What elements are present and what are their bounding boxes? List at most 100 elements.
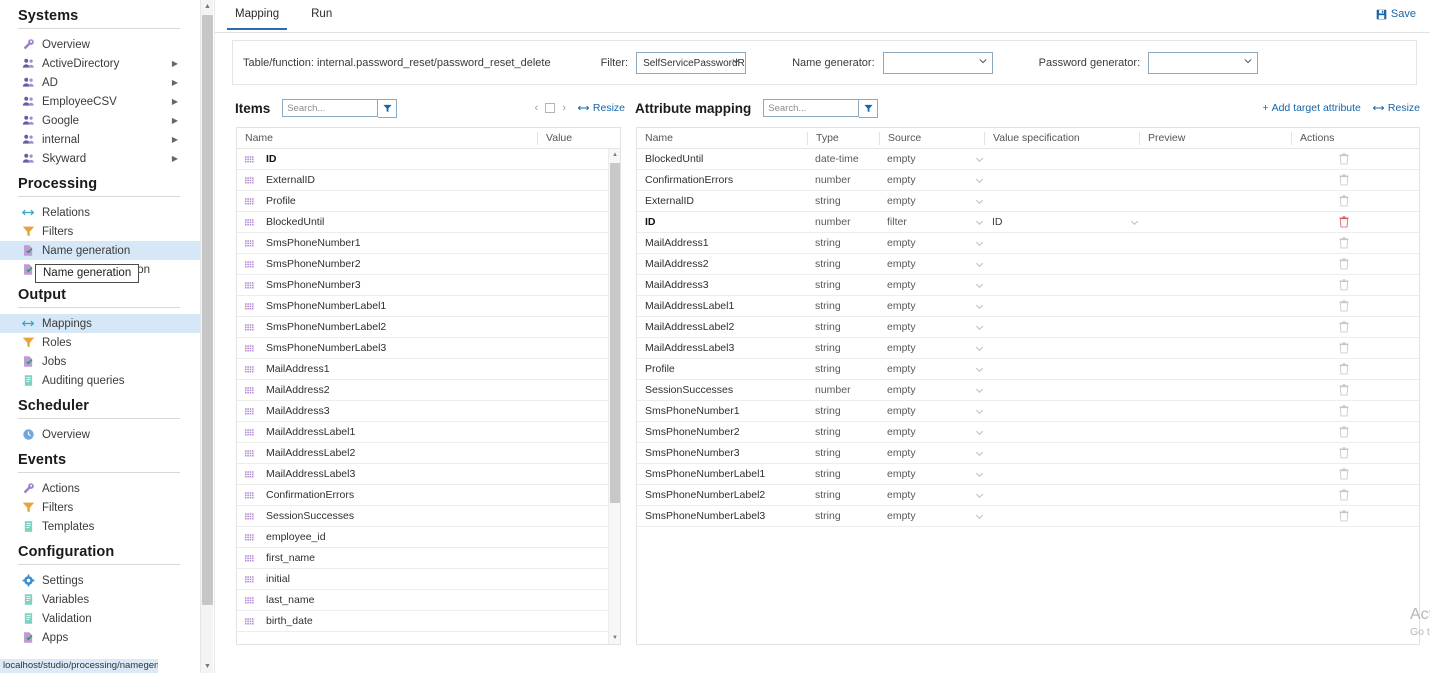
table-row[interactable]: IDnumberfilterID xyxy=(637,212,1419,233)
chevron-down-icon[interactable] xyxy=(975,155,984,164)
drag-handle-icon[interactable] xyxy=(245,176,254,185)
table-row[interactable]: SmsPhoneNumber1 xyxy=(237,233,620,254)
column-header[interactable]: Actions xyxy=(1291,132,1389,145)
tab-mapping[interactable]: Mapping xyxy=(223,0,291,29)
drag-handle-icon[interactable] xyxy=(245,407,254,416)
scroll-down-arrow-icon[interactable]: ▼ xyxy=(201,660,214,673)
attribute-source-select[interactable]: empty xyxy=(879,300,984,312)
chevron-down-icon[interactable] xyxy=(975,176,984,185)
table-row[interactable]: first_name xyxy=(237,548,620,569)
drag-handle-icon[interactable] xyxy=(245,428,254,437)
sidebar-item-templates[interactable]: Templates xyxy=(0,517,200,536)
table-row[interactable]: MailAddressLabel3 xyxy=(237,464,620,485)
table-row[interactable]: MailAddress1 xyxy=(237,359,620,380)
column-header[interactable]: Value xyxy=(537,132,610,145)
name-generator-select[interactable] xyxy=(883,52,993,74)
delete-icon[interactable] xyxy=(1339,447,1349,459)
table-row[interactable]: MailAddressLabel1stringempty xyxy=(637,296,1419,317)
table-row[interactable]: Profile xyxy=(237,191,620,212)
chevron-down-icon[interactable] xyxy=(975,260,984,269)
chevron-down-icon[interactable] xyxy=(975,323,984,332)
attribute-source-select[interactable]: filter xyxy=(879,216,984,228)
table-row[interactable]: MailAddress2 xyxy=(237,380,620,401)
drag-handle-icon[interactable] xyxy=(245,449,254,458)
sidebar-item-jobs[interactable]: Jobs xyxy=(0,352,200,371)
table-row[interactable]: SmsPhoneNumber3stringempty xyxy=(637,443,1419,464)
tab-run[interactable]: Run xyxy=(299,0,344,29)
column-header[interactable]: Name xyxy=(637,132,807,145)
drag-handle-icon[interactable] xyxy=(245,533,254,542)
delete-icon[interactable] xyxy=(1339,237,1349,249)
drag-handle-icon[interactable] xyxy=(245,218,254,227)
delete-icon[interactable] xyxy=(1339,174,1349,186)
table-row[interactable]: BlockedUntildate-timeempty xyxy=(637,149,1419,170)
sidebar-item-variables[interactable]: Variables xyxy=(0,590,200,609)
pager-prev-button[interactable]: ‹ xyxy=(535,102,539,114)
sidebar-scrollbar[interactable]: ▲ ▼ xyxy=(200,0,213,673)
table-row[interactable]: MailAddressLabel3stringempty xyxy=(637,338,1419,359)
sidebar-item-actions[interactable]: Actions xyxy=(0,479,200,498)
attribute-source-select[interactable]: empty xyxy=(879,426,984,438)
delete-icon[interactable] xyxy=(1339,363,1349,375)
table-row[interactable]: SmsPhoneNumberLabel1stringempty xyxy=(637,464,1419,485)
chevron-right-icon[interactable]: ▶ xyxy=(172,60,178,68)
chevron-down-icon[interactable] xyxy=(975,470,984,479)
attribute-source-select[interactable]: empty xyxy=(879,174,984,186)
table-row[interactable]: SmsPhoneNumberLabel1 xyxy=(237,296,620,317)
delete-icon[interactable] xyxy=(1339,426,1349,438)
save-button[interactable]: Save xyxy=(1376,8,1416,20)
column-header[interactable]: Preview xyxy=(1139,132,1291,145)
drag-handle-icon[interactable] xyxy=(245,386,254,395)
drag-handle-icon[interactable] xyxy=(245,470,254,479)
drag-handle-icon[interactable] xyxy=(245,260,254,269)
chevron-down-icon[interactable] xyxy=(975,281,984,290)
drag-handle-icon[interactable] xyxy=(245,302,254,311)
attribute-source-select[interactable]: empty xyxy=(879,195,984,207)
attribute-value-specification[interactable]: ID xyxy=(984,216,1139,228)
sidebar-item-auditing-queries[interactable]: Auditing queries xyxy=(0,371,200,390)
chevron-down-icon[interactable] xyxy=(975,449,984,458)
sidebar-item-overview[interactable]: Overview xyxy=(0,425,200,444)
delete-icon[interactable] xyxy=(1339,405,1349,417)
table-row[interactable]: MailAddress3stringempty xyxy=(637,275,1419,296)
delete-icon[interactable] xyxy=(1339,258,1349,270)
chevron-right-icon[interactable]: ▶ xyxy=(172,136,178,144)
sidebar-item-ad[interactable]: AD▶ xyxy=(0,73,200,92)
attribute-source-select[interactable]: empty xyxy=(879,258,984,270)
table-row[interactable]: MailAddress3 xyxy=(237,401,620,422)
drag-handle-icon[interactable] xyxy=(245,323,254,332)
attribute-source-select[interactable]: empty xyxy=(879,510,984,522)
table-row[interactable]: SmsPhoneNumberLabel3 xyxy=(237,338,620,359)
attribute-source-select[interactable]: empty xyxy=(879,153,984,165)
table-row[interactable]: MailAddress2stringempty xyxy=(637,254,1419,275)
attribute-source-select[interactable]: empty xyxy=(879,489,984,501)
attribute-source-select[interactable]: empty xyxy=(879,279,984,291)
table-row[interactable]: MailAddress1stringempty xyxy=(637,233,1419,254)
chevron-down-icon[interactable] xyxy=(975,302,984,311)
drag-handle-icon[interactable] xyxy=(245,344,254,353)
attribute-source-select[interactable]: empty xyxy=(879,405,984,417)
chevron-right-icon[interactable]: ▶ xyxy=(172,117,178,125)
drag-handle-icon[interactable] xyxy=(245,365,254,374)
table-row[interactable]: MailAddressLabel2stringempty xyxy=(637,317,1419,338)
table-row[interactable]: birth_date xyxy=(237,611,620,632)
delete-icon[interactable] xyxy=(1339,153,1349,165)
table-row[interactable]: SmsPhoneNumberLabel3stringempty xyxy=(637,506,1419,527)
attribute-filter-button[interactable] xyxy=(859,99,878,118)
sidebar-item-activedirectory[interactable]: ActiveDirectory▶ xyxy=(0,54,200,73)
chevron-down-icon[interactable] xyxy=(975,218,984,227)
sidebar-item-internal[interactable]: internal▶ xyxy=(0,130,200,149)
sidebar-item-overview[interactable]: Overview xyxy=(0,35,200,54)
sidebar-item-validation[interactable]: Validation xyxy=(0,609,200,628)
chevron-down-icon[interactable] xyxy=(975,365,984,374)
chevron-down-icon[interactable] xyxy=(975,386,984,395)
delete-icon[interactable] xyxy=(1339,510,1349,522)
add-target-attribute-button[interactable]: + Add target attribute xyxy=(1262,102,1360,114)
chevron-down-icon[interactable] xyxy=(975,344,984,353)
table-row[interactable]: SessionSuccesses xyxy=(237,506,620,527)
chevron-down-icon[interactable] xyxy=(975,512,984,521)
attribute-source-select[interactable]: empty xyxy=(879,468,984,480)
chevron-right-icon[interactable]: ▶ xyxy=(172,155,178,163)
table-row[interactable]: SmsPhoneNumber1stringempty xyxy=(637,401,1419,422)
table-row[interactable]: Profilestringempty xyxy=(637,359,1419,380)
